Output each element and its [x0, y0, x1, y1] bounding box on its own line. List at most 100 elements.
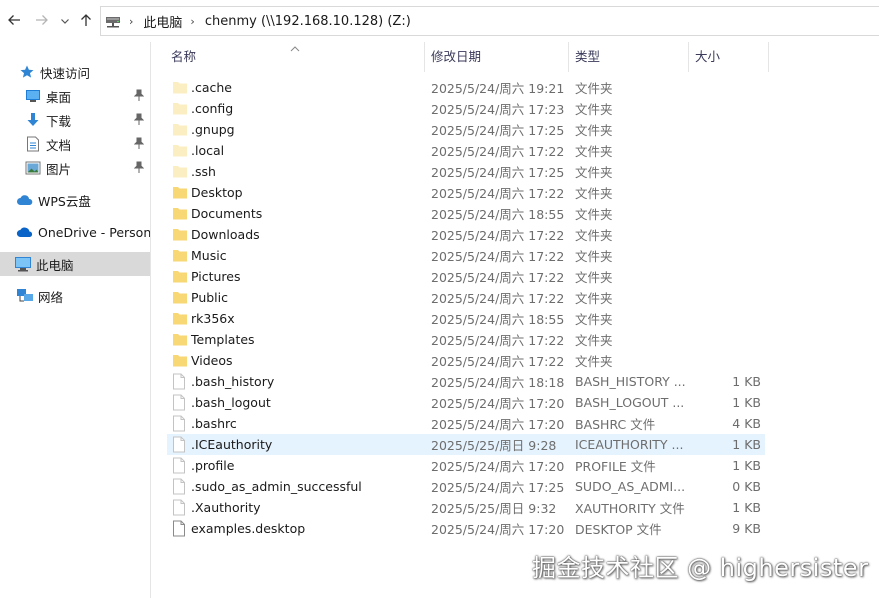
- file-name: Music: [191, 248, 227, 263]
- file-date: 2025/5/24/周六 17:20: [431, 522, 565, 537]
- file-row[interactable]: Desktop 2025/5/24/周六 17:22 文件夹: [167, 182, 765, 203]
- file-row[interactable]: examples.desktop 2025/5/24/周六 17:20 DESKTO…: [167, 518, 765, 539]
- file-type: 文件夹: [575, 249, 613, 264]
- sidebar-item-downloads[interactable]: 下载: [0, 108, 150, 132]
- column-header-date[interactable]: 修改日期: [425, 42, 569, 72]
- navigation-pane: 快速访问 桌面 下载 文档 图片 WPS云盘 OneDrive - Person…: [0, 42, 151, 598]
- picture-icon: [24, 159, 42, 177]
- computer-icon: [14, 255, 32, 273]
- file-row[interactable]: .bash_logout 2025/5/24/周六 17:20 BASH_LOGOU…: [167, 392, 765, 413]
- file-name: .bash_logout: [191, 395, 271, 410]
- sidebar-item-wps-cloud[interactable]: WPS云盘: [0, 188, 150, 212]
- file-icon: [172, 415, 188, 432]
- file-name: .ICEauthority: [191, 437, 273, 452]
- file-name: Downloads: [191, 227, 260, 242]
- file-row[interactable]: .ssh 2025/5/24/周六 17:25 文件夹: [167, 161, 765, 182]
- recent-locations-button[interactable]: [58, 9, 72, 33]
- sidebar-item-desktop[interactable]: 桌面: [0, 84, 150, 108]
- file-type: 文件夹: [575, 333, 613, 348]
- folder-icon: [172, 289, 188, 306]
- column-header-type[interactable]: 类型: [569, 42, 689, 72]
- file-size: 1 KB: [732, 395, 761, 410]
- file-size: 1 KB: [732, 458, 761, 473]
- column-header-name[interactable]: 名称: [165, 42, 425, 72]
- file-row[interactable]: .local 2025/5/24/周六 17:22 文件夹: [167, 140, 765, 161]
- file-type: DESKTOP 文件: [575, 522, 662, 537]
- file-date: 2025/5/24/周六 17:22: [431, 249, 565, 264]
- file-row[interactable]: Music 2025/5/24/周六 17:22 文件夹: [167, 245, 765, 266]
- back-button[interactable]: [4, 9, 24, 33]
- forward-button[interactable]: [32, 9, 52, 33]
- folder-icon: [172, 100, 188, 117]
- file-row[interactable]: .sudo_as_admin_successful 2025/5/24/周六 17…: [167, 476, 765, 497]
- file-size: 1 KB: [732, 437, 761, 452]
- sidebar-item-label: 文档: [46, 137, 72, 153]
- sidebar-item-onedrive[interactable]: OneDrive - Persona: [0, 220, 151, 244]
- file-row[interactable]: rk356x 2025/5/24/周六 18:55 文件夹: [167, 308, 765, 329]
- arrow-left-icon: [6, 12, 22, 31]
- pin-icon[interactable]: [133, 113, 145, 128]
- sidebar-item-pictures[interactable]: 图片: [0, 156, 150, 180]
- file-row[interactable]: Templates 2025/5/24/周六 17:22 文件夹: [167, 329, 765, 350]
- pin-icon[interactable]: [133, 137, 145, 152]
- folder-icon: [172, 163, 188, 180]
- file-date: 2025/5/24/周六 17:22: [431, 291, 565, 306]
- file-row[interactable]: .bash_history 2025/5/24/周六 18:18 BASH_HIST…: [167, 371, 765, 392]
- folder-icon: [172, 79, 188, 96]
- file-date: 2025/5/24/周六 18:18: [431, 375, 565, 390]
- file-size: 1 KB: [732, 500, 761, 515]
- file-date: 2025/5/24/周六 17:20: [431, 459, 565, 474]
- file-name: .local: [191, 143, 225, 158]
- file-type: PROFILE 文件: [575, 459, 656, 474]
- file-icon: [172, 394, 188, 411]
- file-date: 2025/5/24/周六 17:23: [431, 102, 565, 117]
- sidebar-item-documents[interactable]: 文档: [0, 132, 150, 156]
- file-row[interactable]: .gnupg 2025/5/24/周六 17:25 文件夹: [167, 119, 765, 140]
- breadcrumb-this-pc[interactable]: 此电脑: [143, 12, 182, 31]
- file-row[interactable]: .bashrc 2025/5/24/周六 17:20 BASHRC 文件 4 KB: [167, 413, 765, 434]
- file-name: .profile: [191, 458, 235, 473]
- sidebar-item-label: 此电脑: [36, 257, 74, 273]
- column-headers: 名称 修改日期 类型 大小: [151, 42, 879, 72]
- up-button[interactable]: [76, 9, 96, 33]
- sidebar-item-quick-access[interactable]: 快速访问: [0, 60, 150, 84]
- breadcrumb-drive[interactable]: chenmy (\\192.168.10.128) (Z:): [205, 14, 411, 29]
- folder-icon: [172, 310, 188, 327]
- file-row[interactable]: Videos 2025/5/24/周六 17:22 文件夹: [167, 350, 765, 371]
- pin-icon[interactable]: [133, 89, 145, 104]
- sidebar-item-label: OneDrive - Persona: [38, 224, 151, 240]
- sidebar-item-label: WPS云盘: [38, 193, 91, 209]
- file-icon: [172, 373, 188, 390]
- address-bar[interactable]: › 此电脑 › chenmy (\\192.168.10.128) (Z:): [100, 6, 879, 36]
- file-row[interactable]: Downloads 2025/5/24/周六 17:22 文件夹: [167, 224, 765, 245]
- folder-icon: [172, 121, 188, 138]
- file-row[interactable]: Public 2025/5/24/周六 17:22 文件夹: [167, 287, 765, 308]
- file-date: 2025/5/24/周六 18:55: [431, 312, 565, 327]
- network-icon: [16, 287, 34, 305]
- file-name: .config: [191, 101, 234, 116]
- file-name: .ssh: [191, 164, 216, 179]
- column-header-size[interactable]: 大小: [689, 42, 769, 72]
- desktop-icon: [24, 87, 42, 105]
- arrow-right-icon: [34, 12, 50, 31]
- file-row[interactable]: .cache 2025/5/24/周六 19:21 文件夹: [167, 77, 765, 98]
- sidebar-item-network[interactable]: 网络: [0, 284, 150, 308]
- file-row[interactable]: .ICEauthority 2025/5/25/周日 9:28 ICEAUTHORI…: [167, 434, 765, 455]
- file-row[interactable]: .profile 2025/5/24/周六 17:20 PROFILE 文件 1 KB: [167, 455, 765, 476]
- pin-icon[interactable]: [133, 161, 145, 176]
- file-icon: [172, 457, 188, 474]
- file-date: 2025/5/24/周六 17:22: [431, 354, 565, 369]
- file-date: 2025/5/25/周日 9:28: [431, 438, 557, 453]
- file-type: ICEAUTHORITY ...: [575, 437, 684, 452]
- sidebar-item-label: 快速访问: [40, 65, 91, 81]
- file-row[interactable]: Pictures 2025/5/24/周六 17:22 文件夹: [167, 266, 765, 287]
- folder-icon: [172, 142, 188, 159]
- sidebar-item-this-pc[interactable]: 此电脑: [0, 252, 150, 276]
- file-name: Pictures: [191, 269, 241, 284]
- file-row[interactable]: .Xauthority 2025/5/25/周日 9:32 XAUTHORITY 文…: [167, 497, 765, 518]
- file-row[interactable]: .config 2025/5/24/周六 17:23 文件夹: [167, 98, 765, 119]
- file-row[interactable]: Documents 2025/5/24/周六 18:55 文件夹: [167, 203, 765, 224]
- folder-icon: [172, 184, 188, 201]
- file-icon: [172, 520, 188, 537]
- file-type: SUDO_AS_ADMI...: [575, 479, 686, 494]
